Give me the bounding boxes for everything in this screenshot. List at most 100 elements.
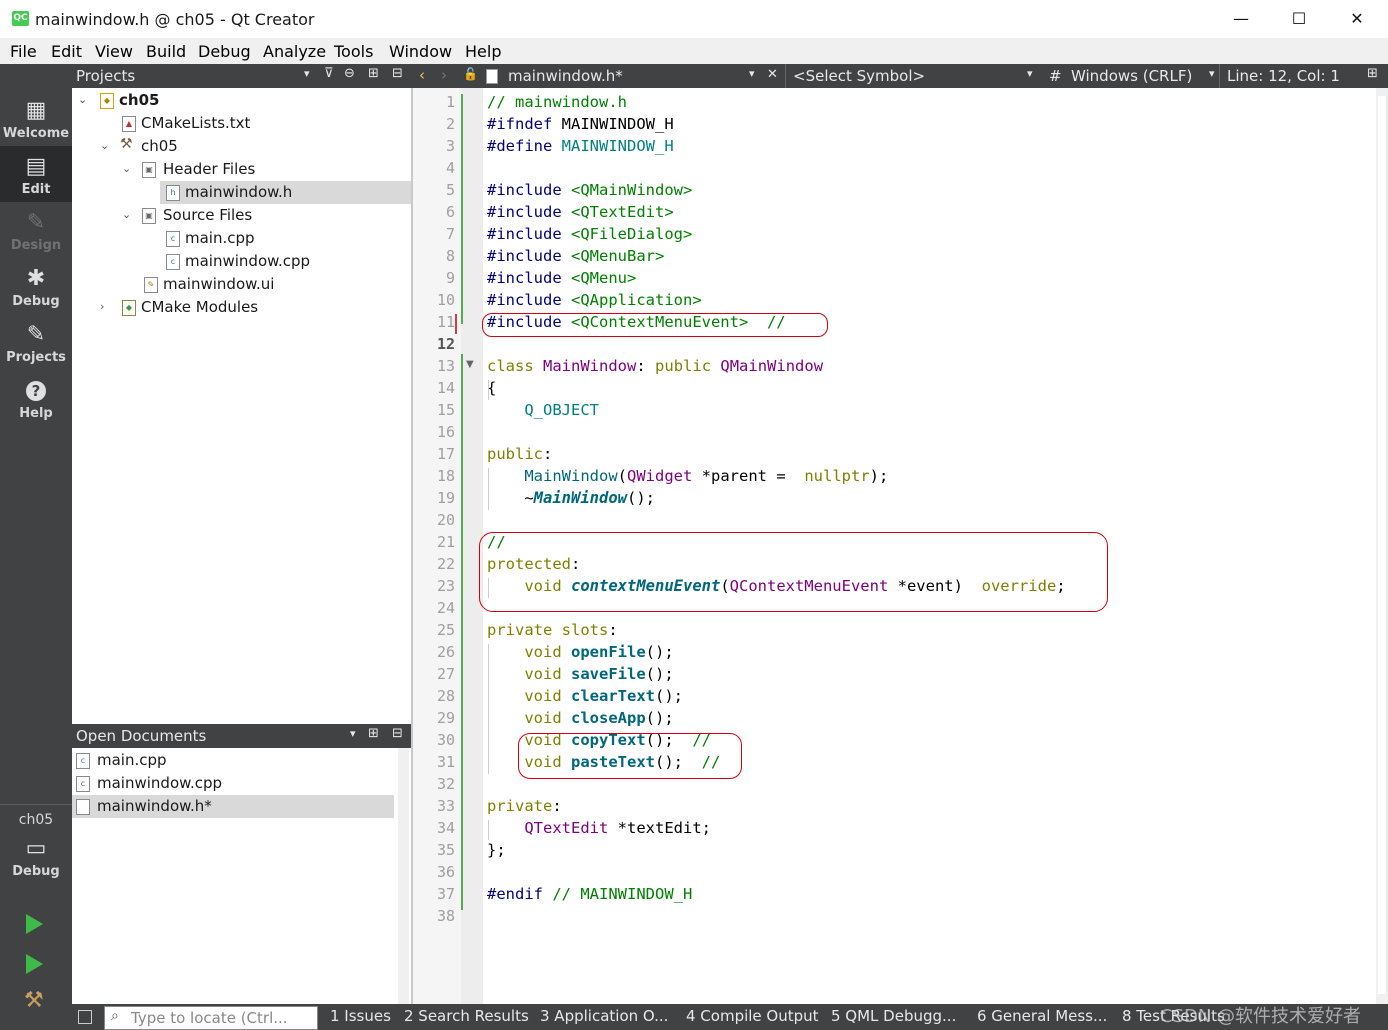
fold-arrow-icon[interactable]: ▼ <box>466 359 474 370</box>
tree-item-mainwindow-cpp[interactable]: c mainwindow.cpp <box>72 250 411 273</box>
open-doc-mainwindow-h[interactable]: mainwindow.h* <box>72 795 394 818</box>
minimize-button[interactable]: — <box>1212 0 1270 38</box>
code-token: MainWindow <box>487 467 618 485</box>
line-ending-selector[interactable]: Windows (CRLF) <box>1071 67 1192 85</box>
chevron-down-icon[interactable]: ▾ <box>350 727 356 740</box>
kit-selector[interactable]: ▭ Debug <box>0 836 72 879</box>
chevron-down-icon[interactable]: ▾ <box>1209 67 1215 80</box>
tree-item-mainwindow-ui[interactable]: ✎ mainwindow.ui <box>72 273 411 296</box>
tree-item-cmakelists[interactable]: ▲ CMakeLists.txt <box>72 112 411 135</box>
tree-item-mainwindow-h[interactable]: h mainwindow.h <box>160 181 411 204</box>
menu-file[interactable]: File <box>10 42 37 61</box>
tree-item-target-ch05[interactable]: ⌄ ⚒ ch05 <box>72 135 411 158</box>
code-token: closeApp <box>571 709 646 727</box>
help-icon: ? <box>26 381 46 401</box>
pane-search-results[interactable]: 2 Search Results <box>404 1007 529 1025</box>
code-line: #include <QMenu> <box>487 269 636 287</box>
lock-icon[interactable]: 🔓 <box>463 67 478 81</box>
pane-qml-debugger[interactable]: 5 QML Debugg... <box>831 1007 956 1025</box>
mode-welcome[interactable]: ▦ Welcome <box>0 98 72 141</box>
code-line: MainWindow(QWidget *parent = nullptr); <box>487 467 888 485</box>
document-selector[interactable]: mainwindow.h* <box>508 67 623 85</box>
projects-panel-title[interactable]: Projects <box>76 67 135 85</box>
chevron-right-icon[interactable]: › <box>100 300 104 313</box>
pane-compile-output[interactable]: 4 Compile Output <box>686 1007 819 1025</box>
maximize-button[interactable]: ☐ <box>1270 0 1328 38</box>
tree-item-label: Header Files <box>163 160 256 178</box>
chevron-down-icon[interactable]: ⌄ <box>122 208 131 221</box>
menu-build[interactable]: Build <box>146 42 186 61</box>
symbol-selector[interactable]: <Select Symbol> <box>793 67 925 85</box>
annotation-ring <box>479 532 1108 612</box>
menu-analyze[interactable]: Analyze <box>263 42 326 61</box>
code-token: (); <box>645 643 674 661</box>
cpp-file-icon: c <box>166 231 180 247</box>
toggle-sidebar-icon[interactable] <box>78 1010 92 1024</box>
tree-item-source-files[interactable]: ⌄ ▣ Source Files <box>72 204 411 227</box>
menu-tools[interactable]: Tools <box>334 42 373 61</box>
mode-label: Design <box>10 238 62 253</box>
tree-item-header-files[interactable]: ⌄ ▣ Header Files <box>72 158 411 181</box>
code-token: (); <box>645 665 674 683</box>
code-line: void clearText(); <box>487 687 683 705</box>
chevron-down-icon[interactable]: ▾ <box>304 67 310 80</box>
cursor-position[interactable]: Line: 12, Col: 1 <box>1227 67 1340 85</box>
line-number: 38 <box>436 907 455 925</box>
chevron-down-icon[interactable]: ▾ <box>749 67 755 80</box>
tree-item-project-ch05[interactable]: ⌄ ◆ ch05 <box>72 89 411 112</box>
mode-edit[interactable]: ▤ Edit <box>0 154 72 197</box>
code-token: #ifndef <box>487 115 553 133</box>
open-documents-title[interactable]: Open Documents <box>76 727 206 745</box>
tree-item-cmake-modules[interactable]: › ◆ CMake Modules <box>72 296 411 319</box>
hash-icon[interactable]: # <box>1049 67 1062 85</box>
mode-projects[interactable]: ✎ Projects <box>0 322 72 365</box>
filter-icon[interactable]: ⊽ <box>324 66 334 81</box>
open-doc-mainwindow-cpp[interactable]: c mainwindow.cpp <box>72 772 394 795</box>
chevron-down-icon[interactable]: ⌄ <box>122 162 131 175</box>
pane-general-messages[interactable]: 6 General Mess... <box>977 1007 1107 1025</box>
pane-application-output[interactable]: 3 Application O... <box>540 1007 668 1025</box>
modules-icon: ◆ <box>122 300 136 316</box>
line-number: 21 <box>436 533 455 551</box>
tree-item-label: mainwindow.ui <box>163 275 275 293</box>
forward-arrow-icon[interactable]: › <box>441 66 447 84</box>
open-doc-main-cpp[interactable]: c main.cpp <box>72 749 394 772</box>
open-docs-scrollbar[interactable] <box>398 748 409 1004</box>
menu-debug[interactable]: Debug <box>198 42 251 61</box>
close-button[interactable]: ✕ <box>1328 0 1386 38</box>
split-icon[interactable]: ⊞ <box>368 726 379 741</box>
code-token: <QMenu> <box>571 269 637 287</box>
link-icon[interactable]: ⊖ <box>344 66 355 81</box>
chevron-down-icon[interactable]: ⌄ <box>78 93 87 106</box>
menu-edit[interactable]: Edit <box>51 42 82 61</box>
mode-debug[interactable]: ✱ Debug <box>0 266 72 309</box>
code-token: : <box>552 797 562 815</box>
code-token: <QMainWindow> <box>571 181 693 199</box>
close-panel-icon[interactable]: ⊟ <box>392 726 403 741</box>
pane-issues[interactable]: 1 Issues <box>330 1007 391 1025</box>
code-line: #include <QFileDialog> <box>487 225 692 243</box>
build-hammer-icon[interactable]: ⚒ <box>24 988 44 1013</box>
locator-input[interactable]: ⌕ Type to locate (Ctrl... <box>104 1006 318 1030</box>
back-arrow-icon[interactable]: ‹ <box>419 66 425 84</box>
tree-item-main-cpp[interactable]: c main.cpp <box>72 227 411 250</box>
code-token: void <box>487 687 562 705</box>
scrollbar-handle[interactable] <box>1378 96 1386 994</box>
debug-run-icon[interactable] <box>26 954 43 974</box>
mode-help[interactable]: ? Help <box>0 378 72 421</box>
menu-bar: File Edit View Build Debug Analyze Tools… <box>0 38 1388 64</box>
menu-window[interactable]: Window <box>389 42 452 61</box>
split-icon[interactable]: ⊞ <box>1367 66 1378 81</box>
mode-design[interactable]: ✎ Design <box>0 210 72 253</box>
menu-help[interactable]: Help <box>465 42 501 61</box>
chevron-down-icon[interactable]: ▾ <box>1027 67 1033 80</box>
chevron-down-icon[interactable]: ⌄ <box>100 139 109 152</box>
split-icon[interactable]: ⊞ <box>368 66 379 81</box>
editor-vertical-scrollbar[interactable] <box>1376 88 1388 1004</box>
menu-view[interactable]: View <box>95 42 133 61</box>
run-icon[interactable] <box>26 914 43 934</box>
close-panel-icon[interactable]: ⊟ <box>392 66 403 81</box>
close-document-icon[interactable]: ✕ <box>767 67 778 82</box>
code-token: #endif <box>487 885 543 903</box>
code-token: nullptr <box>804 467 870 485</box>
